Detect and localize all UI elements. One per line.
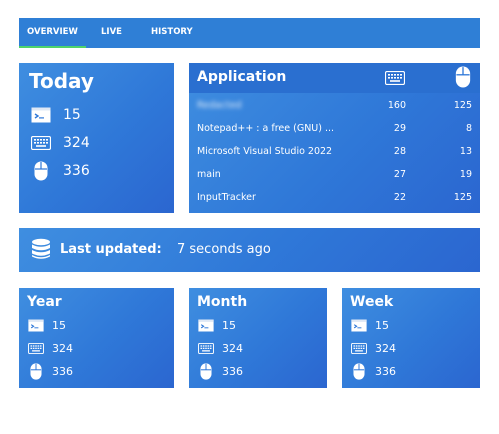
app-name: InputTracker xyxy=(197,192,256,203)
week-keyboard-value: 324 xyxy=(375,342,396,355)
app-name: Notepad++ : a free (GNU) ... xyxy=(197,123,335,134)
month-terminal-value: 15 xyxy=(222,319,236,332)
table-row[interactable]: Notepad++ : a free (GNU) ... 29 8 xyxy=(189,118,480,141)
terminal-icon xyxy=(31,107,51,123)
month-mouse-value: 336 xyxy=(222,365,243,378)
last-updated-value: 7 seconds ago xyxy=(177,242,271,257)
week-keyboard-stat: 324 xyxy=(351,342,396,355)
application-title: Application xyxy=(197,69,287,85)
week-title: Week xyxy=(350,294,394,310)
last-updated-bar: Last updated: 7 seconds ago xyxy=(19,228,480,272)
application-panel: Application Redacted 160 125 Notepad++ :… xyxy=(189,63,480,213)
today-mouse-stat: 336 xyxy=(31,161,90,181)
app-name: Redacted xyxy=(197,100,242,111)
terminal-icon xyxy=(351,319,367,332)
app-keyboard-count: 160 xyxy=(387,100,406,111)
database-icon xyxy=(31,238,51,264)
application-header: Application xyxy=(189,63,480,93)
today-title: Today xyxy=(29,69,94,93)
year-mouse-value: 336 xyxy=(52,365,73,378)
app-mouse-count: 19 xyxy=(459,169,472,180)
table-row[interactable]: InputTracker 22 125 xyxy=(189,187,480,210)
terminal-icon xyxy=(28,319,44,332)
today-panel: Today 15 324 336 xyxy=(19,63,174,213)
keyboard-icon xyxy=(28,343,44,354)
keyboard-icon xyxy=(198,343,214,354)
today-terminal-value: 15 xyxy=(63,107,81,123)
tab-history[interactable]: HISTORY xyxy=(151,18,193,48)
today-mouse-value: 336 xyxy=(63,163,90,179)
terminal-icon xyxy=(198,319,214,332)
month-terminal-stat: 15 xyxy=(198,319,236,332)
table-row[interactable]: Redacted 160 125 xyxy=(189,95,480,118)
app-keyboard-count: 29 xyxy=(393,123,406,134)
app-keyboard-count: 28 xyxy=(393,146,406,157)
keyboard-icon xyxy=(384,70,406,89)
week-panel: Week 15 324 336 xyxy=(342,288,480,388)
app-mouse-count: 125 xyxy=(453,192,472,203)
today-keyboard-stat: 324 xyxy=(31,135,90,151)
tab-bar: OVERVIEW LIVE HISTORY xyxy=(19,18,480,48)
year-keyboard-stat: 324 xyxy=(28,342,73,355)
mouse-icon xyxy=(455,66,471,92)
app-mouse-count: 13 xyxy=(459,146,472,157)
last-updated-label: Last updated: xyxy=(60,242,162,257)
year-panel: Year 15 324 336 xyxy=(19,288,174,388)
week-mouse-value: 336 xyxy=(375,365,396,378)
app-keyboard-count: 22 xyxy=(393,192,406,203)
year-title: Year xyxy=(27,294,62,310)
week-terminal-value: 15 xyxy=(375,319,389,332)
mouse-icon xyxy=(353,363,365,380)
mouse-icon xyxy=(200,363,212,380)
mouse-icon xyxy=(34,161,48,181)
table-row[interactable]: main 27 19 xyxy=(189,164,480,187)
tab-overview[interactable]: OVERVIEW xyxy=(19,18,86,48)
year-keyboard-value: 324 xyxy=(52,342,73,355)
keyboard-icon xyxy=(351,343,367,354)
year-mouse-stat: 336 xyxy=(28,363,73,380)
week-mouse-stat: 336 xyxy=(351,363,396,380)
tab-live[interactable]: LIVE xyxy=(101,18,122,48)
app-mouse-count: 125 xyxy=(453,100,472,111)
today-terminal-stat: 15 xyxy=(31,107,81,123)
today-keyboard-value: 324 xyxy=(63,135,90,151)
month-keyboard-stat: 324 xyxy=(198,342,243,355)
keyboard-icon xyxy=(31,136,51,150)
month-keyboard-value: 324 xyxy=(222,342,243,355)
app-name: main xyxy=(197,169,221,180)
month-panel: Month 15 324 336 xyxy=(189,288,327,388)
app-keyboard-count: 27 xyxy=(393,169,406,180)
app-name: Microsoft Visual Studio 2022 xyxy=(197,146,333,157)
week-terminal-stat: 15 xyxy=(351,319,389,332)
year-terminal-stat: 15 xyxy=(28,319,66,332)
month-mouse-stat: 336 xyxy=(198,363,243,380)
year-terminal-value: 15 xyxy=(52,319,66,332)
month-title: Month xyxy=(197,294,248,310)
mouse-icon xyxy=(30,363,42,380)
table-row[interactable]: Microsoft Visual Studio 2022 28 13 xyxy=(189,141,480,164)
app-mouse-count: 8 xyxy=(465,123,472,134)
